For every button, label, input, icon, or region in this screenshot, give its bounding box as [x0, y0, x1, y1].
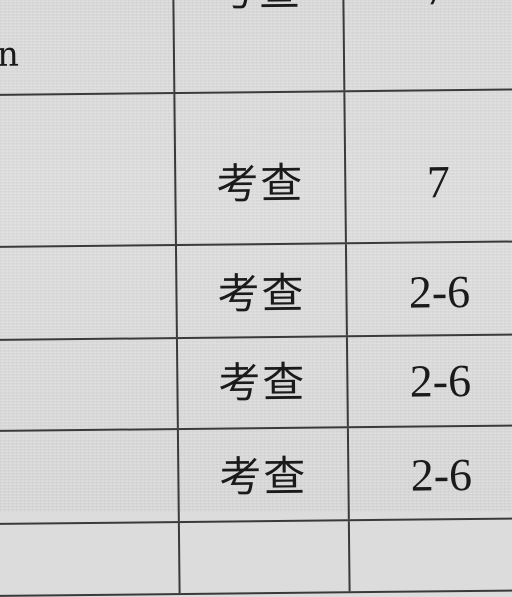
- table-cell-method: [179, 521, 351, 594]
- semester-value-text: 7: [426, 156, 451, 208]
- table-cell-left: n: [0, 0, 176, 94]
- table-cell-value: [350, 519, 512, 591]
- table-cell-value: 2-6: [347, 242, 512, 335]
- table-cell-method: 考查: [177, 337, 349, 429]
- table-row: 考查 2-6: [0, 426, 512, 525]
- table-cell-value: 2-6: [349, 426, 512, 519]
- semester-value-text: 2-6: [409, 354, 472, 407]
- table-cell-method: 考查: [176, 244, 348, 338]
- table-cell-method: 考查: [178, 428, 350, 522]
- assessment-method-text: 考查: [214, 0, 303, 16]
- assessment-method-text: 考查: [217, 268, 306, 319]
- table-row: n 考查 7: [0, 0, 512, 96]
- table-cell-value: 2-6: [348, 335, 512, 426]
- table-cell-value: 7: [345, 90, 512, 242]
- table-cell-left: [0, 523, 181, 595]
- table-row: [0, 519, 512, 597]
- table-cell-left: [0, 339, 179, 430]
- table-cell-left: [0, 94, 177, 246]
- table-row: 考查 2-6: [0, 242, 512, 341]
- table-cell-left: [0, 430, 180, 523]
- table-cell-method: 考查: [173, 0, 346, 93]
- table-cell-value: 7: [344, 0, 512, 90]
- table-row: 考查 2-6: [0, 335, 512, 432]
- semester-value-text: 7: [425, 0, 449, 14]
- table-cell-left: [0, 246, 178, 339]
- assessment-method-text: 考查: [216, 158, 305, 209]
- semester-value-text: 2-6: [410, 448, 473, 501]
- semester-value-text: 2-6: [408, 265, 471, 318]
- table-row: 考查 7: [0, 90, 512, 248]
- course-table: n 考查 7 考查 7 考查 2-6 考查 2-6: [0, 0, 512, 597]
- table-cell-method: 考查: [175, 92, 347, 245]
- assessment-method-text: 考查: [218, 357, 307, 408]
- assessment-method-text: 考查: [219, 451, 308, 502]
